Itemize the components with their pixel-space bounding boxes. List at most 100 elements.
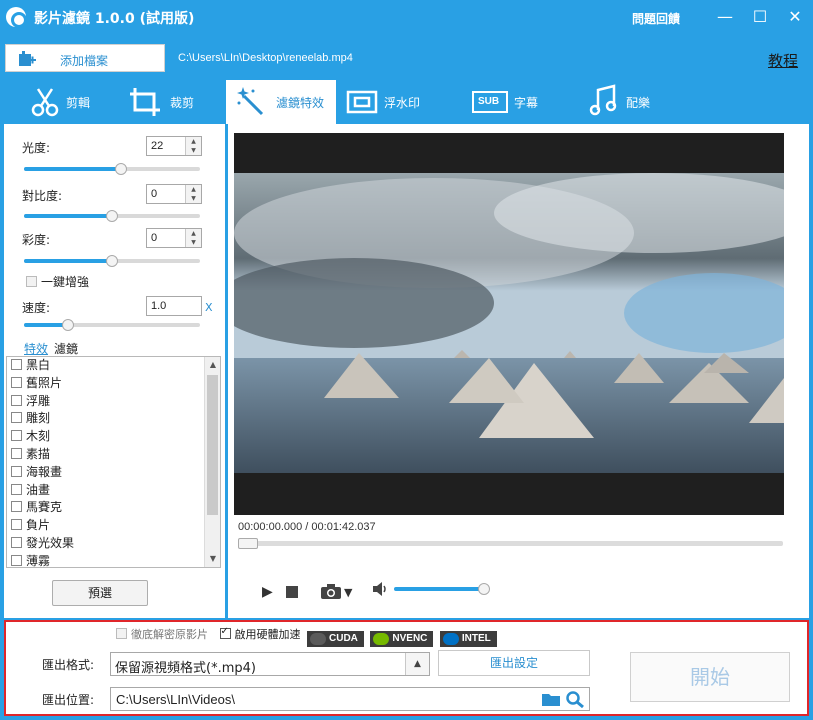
effect-checkbox[interactable] xyxy=(11,430,22,442)
decrypt-source-checkbox[interactable] xyxy=(116,628,127,639)
feedback-link[interactable]: 問題回饋 xyxy=(632,10,680,27)
export-location-label: 匯出位置: xyxy=(42,693,95,707)
scroll-down-arrow-icon[interactable]: ▼ xyxy=(205,551,220,567)
effect-list-item[interactable]: 黑白 xyxy=(7,357,220,375)
effect-checkbox[interactable] xyxy=(11,412,22,424)
effect-label: 油畫 xyxy=(26,482,51,497)
brightness-increment[interactable]: ▲ xyxy=(185,137,201,146)
effect-checkbox[interactable] xyxy=(11,376,22,388)
export-format-select[interactable]: 保留源視頻格式(*.mp4) ▲ xyxy=(110,652,430,676)
effect-list-item[interactable]: 雕刻 xyxy=(7,410,220,428)
tab-filters-effects[interactable]: 濾鏡特效 xyxy=(226,80,336,124)
nvenc-badge: NVENC xyxy=(370,631,434,647)
brightness-spinbox[interactable]: 22 ▲ ▼ xyxy=(146,136,202,156)
effect-list-item[interactable]: 海報畫 xyxy=(7,464,220,482)
brightness-slider[interactable] xyxy=(24,163,200,175)
speed-label: 速度: xyxy=(22,301,51,315)
effect-list-item[interactable]: 馬賽克 xyxy=(7,499,220,517)
subtitle-badge: SUB xyxy=(478,96,500,107)
video-frame-image xyxy=(234,173,784,473)
saturation-slider-thumb[interactable] xyxy=(106,255,118,267)
saturation-increment[interactable]: ▲ xyxy=(185,229,201,238)
auto-enhance-checkbox[interactable] xyxy=(26,276,37,287)
play-icon[interactable]: ▶ xyxy=(262,584,273,600)
volume-slider-thumb[interactable] xyxy=(478,583,490,595)
effect-label: 黑白 xyxy=(26,358,51,372)
tab-trim[interactable]: 剪輯 xyxy=(30,80,110,124)
adjustments-panel: 光度: 22 ▲ ▼ 對比度: 0 ▲ ▼ 彩度: 0 ▲ ▼ 一鍵增強 速度:… xyxy=(4,124,225,618)
effect-list-item[interactable]: 發光效果 xyxy=(7,535,220,553)
add-file-button[interactable]: 添加檔案 xyxy=(5,44,165,72)
effect-list-item[interactable]: 木刻 xyxy=(7,428,220,446)
saturation-value: 0 xyxy=(151,232,158,244)
subtab-filters[interactable]: 濾鏡 xyxy=(54,342,78,356)
volume-slider[interactable] xyxy=(394,583,490,595)
start-button[interactable]: 開始 xyxy=(630,652,790,702)
preset-button[interactable]: 預選 xyxy=(52,580,148,606)
snapshot-dropdown-icon[interactable]: ▼ xyxy=(344,586,352,599)
video-preview xyxy=(234,133,784,515)
speed-slider-thumb[interactable] xyxy=(62,319,74,331)
tab-subtitle[interactable]: SUB 字幕 xyxy=(472,80,562,124)
folder-icon[interactable] xyxy=(541,690,561,708)
brightness-slider-thumb[interactable] xyxy=(114,163,127,175)
crop-icon xyxy=(130,88,160,116)
export-location-input[interactable]: C:\Users\LIn\Videos\ xyxy=(110,687,590,711)
saturation-decrement[interactable]: ▼ xyxy=(185,238,201,247)
title-bar: 影片濾鏡 1.0.0 (試用版) 問題回饋 — ☐ ✕ xyxy=(0,0,813,34)
contrast-spinbox[interactable]: 0 ▲ ▼ xyxy=(146,184,202,204)
effect-checkbox[interactable] xyxy=(11,554,22,566)
effect-list-item[interactable]: 素描 xyxy=(7,446,220,464)
volume-icon[interactable] xyxy=(372,582,388,596)
search-icon[interactable] xyxy=(565,690,585,709)
auto-enhance-row[interactable]: 一鍵增強 xyxy=(26,273,89,290)
effect-checkbox[interactable] xyxy=(11,483,22,495)
contrast-slider-thumb[interactable] xyxy=(106,210,118,222)
seek-bar-thumb[interactable] xyxy=(238,538,258,549)
close-button[interactable]: ✕ xyxy=(782,4,808,30)
effect-list-item[interactable]: 油畫 xyxy=(7,482,220,500)
effect-list-item[interactable]: 負片 xyxy=(7,517,220,535)
hardware-accel-checkbox[interactable] xyxy=(219,626,231,639)
saturation-spinbox[interactable]: 0 ▲ ▼ xyxy=(146,228,202,248)
effects-scrollbar[interactable]: ▲ ▼ xyxy=(204,357,220,567)
contrast-decrement[interactable]: ▼ xyxy=(185,194,201,203)
effect-checkbox[interactable] xyxy=(11,394,22,406)
scrollbar-thumb[interactable] xyxy=(207,375,218,515)
brightness-decrement[interactable]: ▼ xyxy=(185,146,201,155)
effect-list-item[interactable]: 薄霧 xyxy=(7,553,220,567)
effect-list-item[interactable]: 浮雕 xyxy=(7,393,220,411)
tutorial-link[interactable]: 教程 xyxy=(768,50,798,71)
tab-music[interactable]: 配樂 xyxy=(588,80,668,124)
dropdown-arrow-icon[interactable]: ▲ xyxy=(405,653,429,675)
scroll-up-arrow-icon[interactable]: ▲ xyxy=(205,357,220,373)
subtab-effects[interactable]: 特效 xyxy=(24,342,48,356)
effect-checkbox[interactable] xyxy=(11,359,22,370)
export-settings-button[interactable]: 匯出設定 xyxy=(438,650,590,676)
export-format-label: 匯出格式: xyxy=(42,658,95,672)
minimize-button[interactable]: — xyxy=(712,4,738,30)
effect-checkbox[interactable] xyxy=(11,501,22,513)
speed-input[interactable]: 1.0 xyxy=(146,296,202,316)
effect-label: 雕刻 xyxy=(26,411,51,426)
contrast-slider[interactable] xyxy=(24,210,200,222)
effect-checkbox[interactable] xyxy=(11,465,22,477)
speed-slider[interactable] xyxy=(24,319,200,331)
maximize-button[interactable]: ☐ xyxy=(747,4,773,30)
effect-checkbox[interactable] xyxy=(11,447,22,459)
tab-crop[interactable]: 裁剪 xyxy=(128,80,218,124)
export-format-value: 保留源視頻格式(*.mp4) xyxy=(115,661,256,676)
seek-bar[interactable] xyxy=(238,538,783,549)
app-title: 影片濾鏡 1.0.0 (試用版) xyxy=(34,11,195,27)
intel-logo-icon xyxy=(442,633,459,645)
tab-crop-label: 裁剪 xyxy=(170,96,195,110)
contrast-label: 對比度: xyxy=(22,189,63,203)
stop-icon[interactable] xyxy=(286,586,298,598)
effect-checkbox[interactable] xyxy=(11,536,22,548)
effect-list-item[interactable]: 舊照片 xyxy=(7,375,220,393)
effect-checkbox[interactable] xyxy=(11,519,22,531)
snapshot-camera-icon[interactable] xyxy=(320,584,342,600)
contrast-increment[interactable]: ▲ xyxy=(185,185,201,194)
saturation-slider[interactable] xyxy=(24,255,200,267)
tab-watermark[interactable]: 浮水印 xyxy=(346,80,446,124)
